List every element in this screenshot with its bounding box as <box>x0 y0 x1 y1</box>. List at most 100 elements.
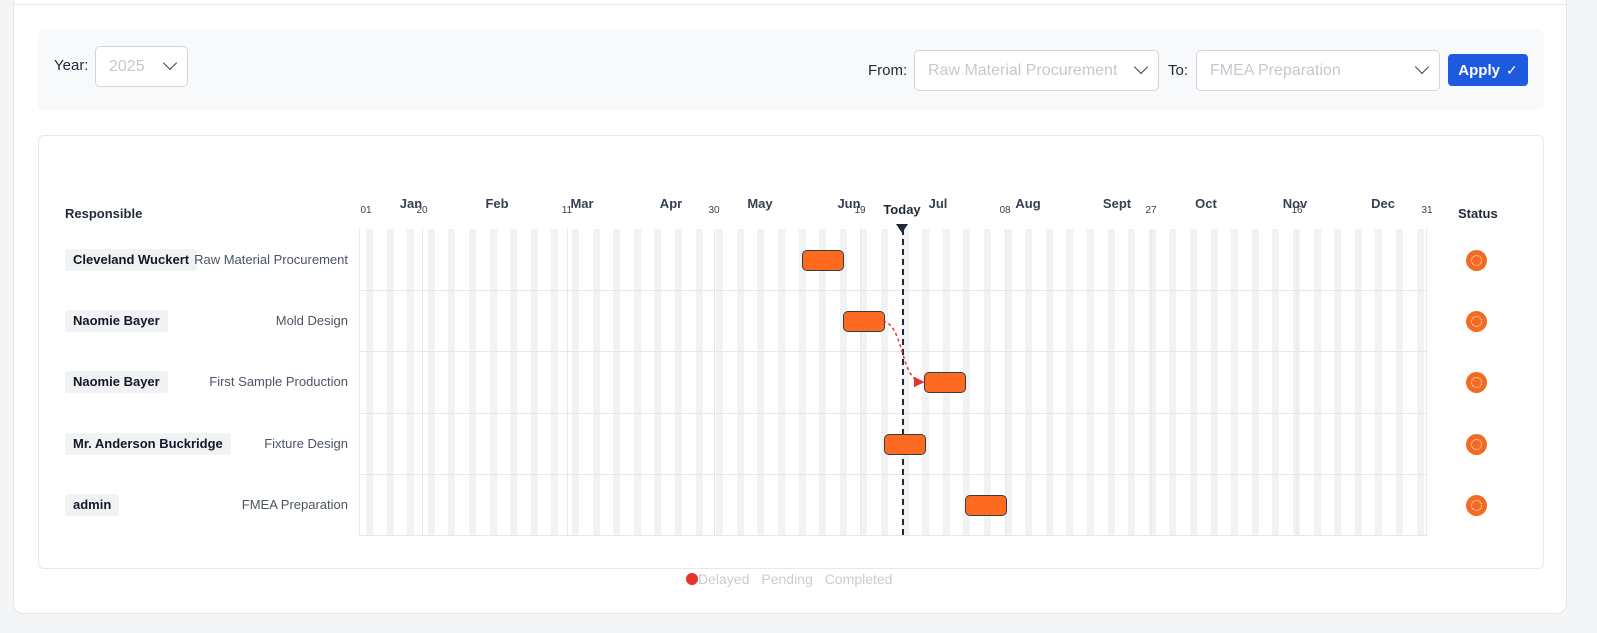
legend-delayed[interactable]: Delayed <box>686 571 749 587</box>
grid-stripe <box>716 229 723 535</box>
pending-spinner-icon[interactable] <box>1466 494 1487 516</box>
task-bar[interactable] <box>843 310 885 332</box>
grid-stripe <box>737 229 744 535</box>
year-label: Year: <box>54 57 89 74</box>
grid-row-line <box>359 535 1427 536</box>
today-marker-icon <box>896 224 908 233</box>
grid-stripe <box>634 229 641 535</box>
grid-stripe <box>593 229 600 535</box>
tick-label: 16 <box>1291 205 1303 216</box>
from-value: Raw Material Procurement <box>928 61 1118 79</box>
grid-stripe <box>613 229 620 535</box>
task-bar[interactable] <box>802 249 844 271</box>
grid-major-line <box>1151 229 1152 535</box>
task-name[interactable]: Raw Material Procurement <box>194 252 348 267</box>
task-bar[interactable] <box>965 494 1007 516</box>
grid-stripe <box>1087 229 1094 535</box>
legend-completed[interactable]: Completed <box>825 571 893 587</box>
tick-label: 19 <box>854 205 866 216</box>
from-label: From: <box>868 62 908 79</box>
grid-stripe <box>366 229 373 535</box>
legend-pending[interactable]: Pending <box>761 571 812 587</box>
chevron-down-icon <box>162 55 178 71</box>
grid-row-line <box>359 351 1427 352</box>
grid-major-line <box>567 229 568 535</box>
legend-completed-label: Completed <box>824 571 893 587</box>
task-name[interactable]: First Sample Production <box>209 374 348 389</box>
to-select[interactable]: FMEA Preparation <box>1196 50 1440 91</box>
grid-stripe <box>1355 229 1362 535</box>
month-label: Aug <box>1015 196 1041 211</box>
grid-stripe <box>819 229 826 535</box>
pending-spinner-icon[interactable] <box>1466 371 1487 393</box>
spinner-dots-icon <box>1471 315 1482 327</box>
grid-stripe <box>1108 229 1115 535</box>
grid-row-line <box>359 474 1427 475</box>
grid-stripe <box>675 229 682 535</box>
tick-label: 31 <box>1421 205 1433 216</box>
pending-spinner-icon[interactable] <box>1466 310 1487 332</box>
chevron-down-icon <box>1133 59 1149 75</box>
spinner-dots-icon <box>1471 499 1482 511</box>
pending-spinner-icon[interactable] <box>1466 249 1487 271</box>
month-label: Dec <box>1371 196 1395 211</box>
responsible-header: Responsible <box>65 206 143 221</box>
grid-major-line <box>714 229 715 535</box>
status-header: Status <box>1458 206 1498 221</box>
grid-major-line <box>1005 229 1006 535</box>
month-label: May <box>747 196 773 211</box>
chevron-down-icon <box>1414 59 1430 75</box>
to-label: To: <box>1168 62 1189 79</box>
from-select[interactable]: Raw Material Procurement <box>914 50 1159 91</box>
pending-spinner-icon[interactable] <box>1466 433 1487 455</box>
task-bar[interactable] <box>924 371 966 393</box>
grid-stripe <box>448 229 455 535</box>
grid-stripe <box>1046 229 1053 535</box>
tick-label: 11 <box>561 205 573 216</box>
today-line <box>902 229 904 535</box>
task-name[interactable]: Fixture Design <box>264 436 348 451</box>
tick-label: 27 <box>1145 205 1157 216</box>
grid-stripe <box>428 229 435 535</box>
grid-stripe <box>490 229 497 535</box>
year-value: 2025 <box>109 57 145 75</box>
grid-stripe <box>1231 229 1238 535</box>
responsible-chip: admin <box>65 493 120 516</box>
tick-label: 20 <box>416 205 428 216</box>
apply-button[interactable]: Apply ✓ <box>1448 54 1528 86</box>
responsible-chip: Naomie Bayer <box>65 370 168 393</box>
legend-pending-label: Pending <box>761 571 813 587</box>
grid-stripe <box>799 229 806 535</box>
grid-stripe <box>1025 229 1032 535</box>
month-label: Feb <box>485 196 509 211</box>
grid-stripe <box>1334 229 1341 535</box>
grid-stripe <box>1396 229 1403 535</box>
year-select[interactable]: 2025 <box>95 46 188 87</box>
legend-delayed-label: Delayed <box>698 571 750 587</box>
grid-stripe <box>1190 229 1197 535</box>
grid-stripe <box>757 229 764 535</box>
grid-row-line <box>359 413 1427 414</box>
grid-stripe <box>1066 229 1073 535</box>
top-divider <box>13 4 1567 5</box>
grid-stripe <box>881 229 888 535</box>
grid-stripe <box>1314 229 1321 535</box>
grid-major-line <box>1297 229 1298 535</box>
task-name[interactable]: Mold Design <box>276 313 348 328</box>
grid-stripe <box>1128 229 1135 535</box>
task-bar[interactable] <box>884 433 926 455</box>
responsible-chip: Naomie Bayer <box>65 309 168 332</box>
spinner-dots-icon <box>1471 438 1482 450</box>
tick-label: 30 <box>708 205 720 216</box>
status-legend: Delayed Pending Completed <box>686 571 892 587</box>
grid-major-line <box>422 229 423 535</box>
grid-stripe <box>387 229 394 535</box>
month-label: Mar <box>570 196 594 211</box>
task-name[interactable]: FMEA Preparation <box>242 497 348 512</box>
to-value: FMEA Preparation <box>1210 61 1341 79</box>
apply-label: Apply <box>1458 61 1500 79</box>
responsible-chip: Mr. Anderson Buckridge <box>65 432 231 455</box>
month-label: Oct <box>1195 196 1217 211</box>
grid-stripe <box>469 229 476 535</box>
grid-stripe <box>407 229 414 535</box>
